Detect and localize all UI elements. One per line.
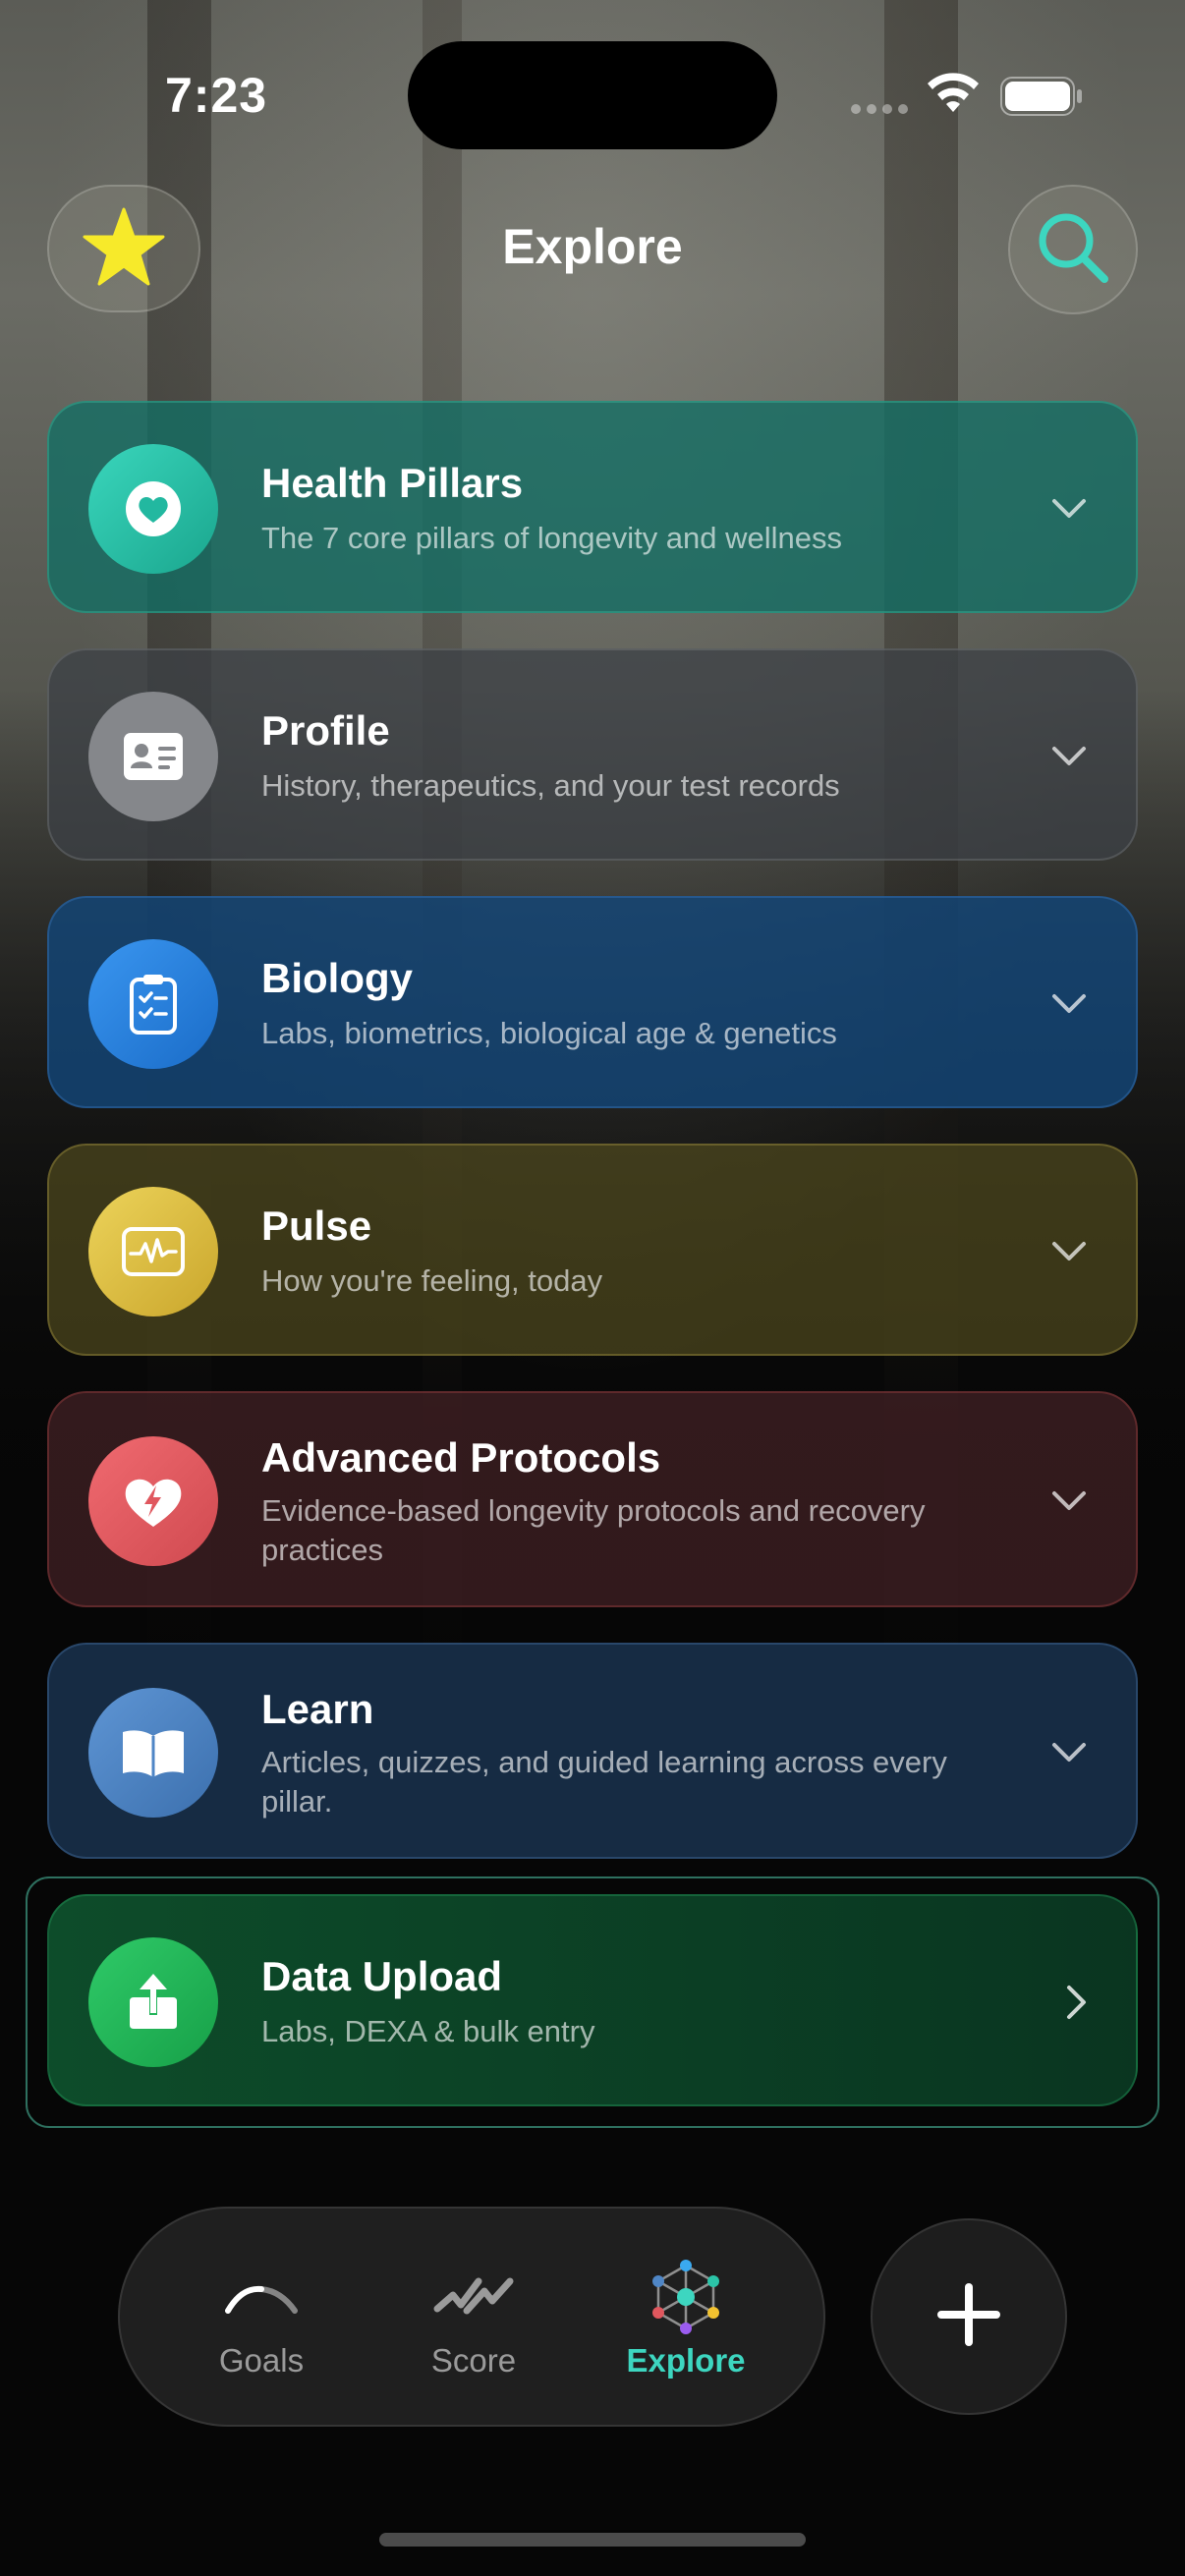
card-biology[interactable]: Biology Labs, biometrics, biological age… (47, 896, 1138, 1108)
chevron-down-icon (1045, 1228, 1093, 1275)
card-subtitle: History, therapeutics, and your test rec… (261, 768, 840, 803)
clipboard-icon (88, 939, 218, 1069)
card-pulse[interactable]: Pulse How you're feeling, today (47, 1144, 1138, 1356)
gauge-icon (222, 2258, 301, 2336)
card-title: Health Pillars (261, 460, 524, 506)
plus-icon (937, 2282, 1000, 2351)
tab-explore[interactable]: Explore (588, 2209, 784, 2429)
dynamic-island (408, 41, 777, 149)
tab-goals[interactable]: Goals (163, 2209, 360, 2429)
status-time: 7:23 (165, 68, 268, 123)
card-subtitle: Labs, DEXA & bulk entry (261, 2014, 595, 2048)
book-icon (88, 1688, 218, 1818)
card-subtitle: The 7 core pillars of longevity and well… (261, 521, 843, 555)
card-subtitle: Evidence-based longevity protocols and r… (261, 1493, 926, 1567)
tab-score[interactable]: Score (375, 2209, 572, 2429)
upload-icon (88, 1937, 218, 2067)
card-profile[interactable]: Profile History, therapeutics, and your … (47, 648, 1138, 861)
id-card-icon (88, 692, 218, 821)
tab-bar: Goals Score Explore (118, 2207, 825, 2427)
card-title: Learn (261, 1686, 374, 1732)
cellular-signal-icon (851, 104, 908, 114)
card-learn[interactable]: Learn Articles, quizzes, and guided lear… (47, 1643, 1138, 1859)
chevron-down-icon (1045, 980, 1093, 1028)
score-check-icon (431, 2258, 516, 2336)
explore-screen: 7:23 Explore Health Pillars The 7 core p… (0, 0, 1185, 2576)
explore-network-icon (645, 2258, 727, 2336)
pulse-monitor-icon (88, 1187, 218, 1316)
battery-icon (1000, 77, 1083, 121)
search-button[interactable] (1008, 185, 1138, 314)
home-indicator[interactable] (379, 2533, 806, 2547)
wifi-icon (926, 73, 981, 121)
card-health-pillars[interactable]: Health Pillars The 7 core pillars of lon… (47, 401, 1138, 613)
heart-icon (88, 444, 218, 574)
tab-label: Explore (626, 2342, 746, 2379)
tab-label: Goals (218, 2342, 305, 2379)
card-subtitle: How you're feeling, today (261, 1263, 603, 1298)
card-subtitle: Articles, quizzes, and guided learning a… (261, 1745, 947, 1819)
card-title: Profile (261, 707, 390, 754)
chevron-down-icon (1045, 1729, 1093, 1776)
card-title: Biology (261, 955, 413, 1001)
card-title: Pulse (261, 1203, 372, 1249)
chevron-down-icon (1045, 1478, 1093, 1525)
chevron-down-icon (1045, 733, 1093, 780)
search-icon (1034, 208, 1112, 292)
chevron-right-icon (1053, 1979, 1100, 2026)
add-button[interactable] (871, 2218, 1067, 2415)
tab-label: Score (430, 2342, 517, 2379)
card-data-upload[interactable]: Data Upload Labs, DEXA & bulk entry (47, 1894, 1138, 2106)
card-title: Advanced Protocols (261, 1434, 661, 1481)
card-title: Data Upload (261, 1953, 503, 1999)
card-subtitle: Labs, biometrics, biological age & genet… (261, 1016, 837, 1050)
card-advanced-protocols[interactable]: Advanced Protocols Evidence-based longev… (47, 1391, 1138, 1607)
heart-bolt-icon (88, 1436, 218, 1566)
chevron-down-icon (1045, 485, 1093, 532)
